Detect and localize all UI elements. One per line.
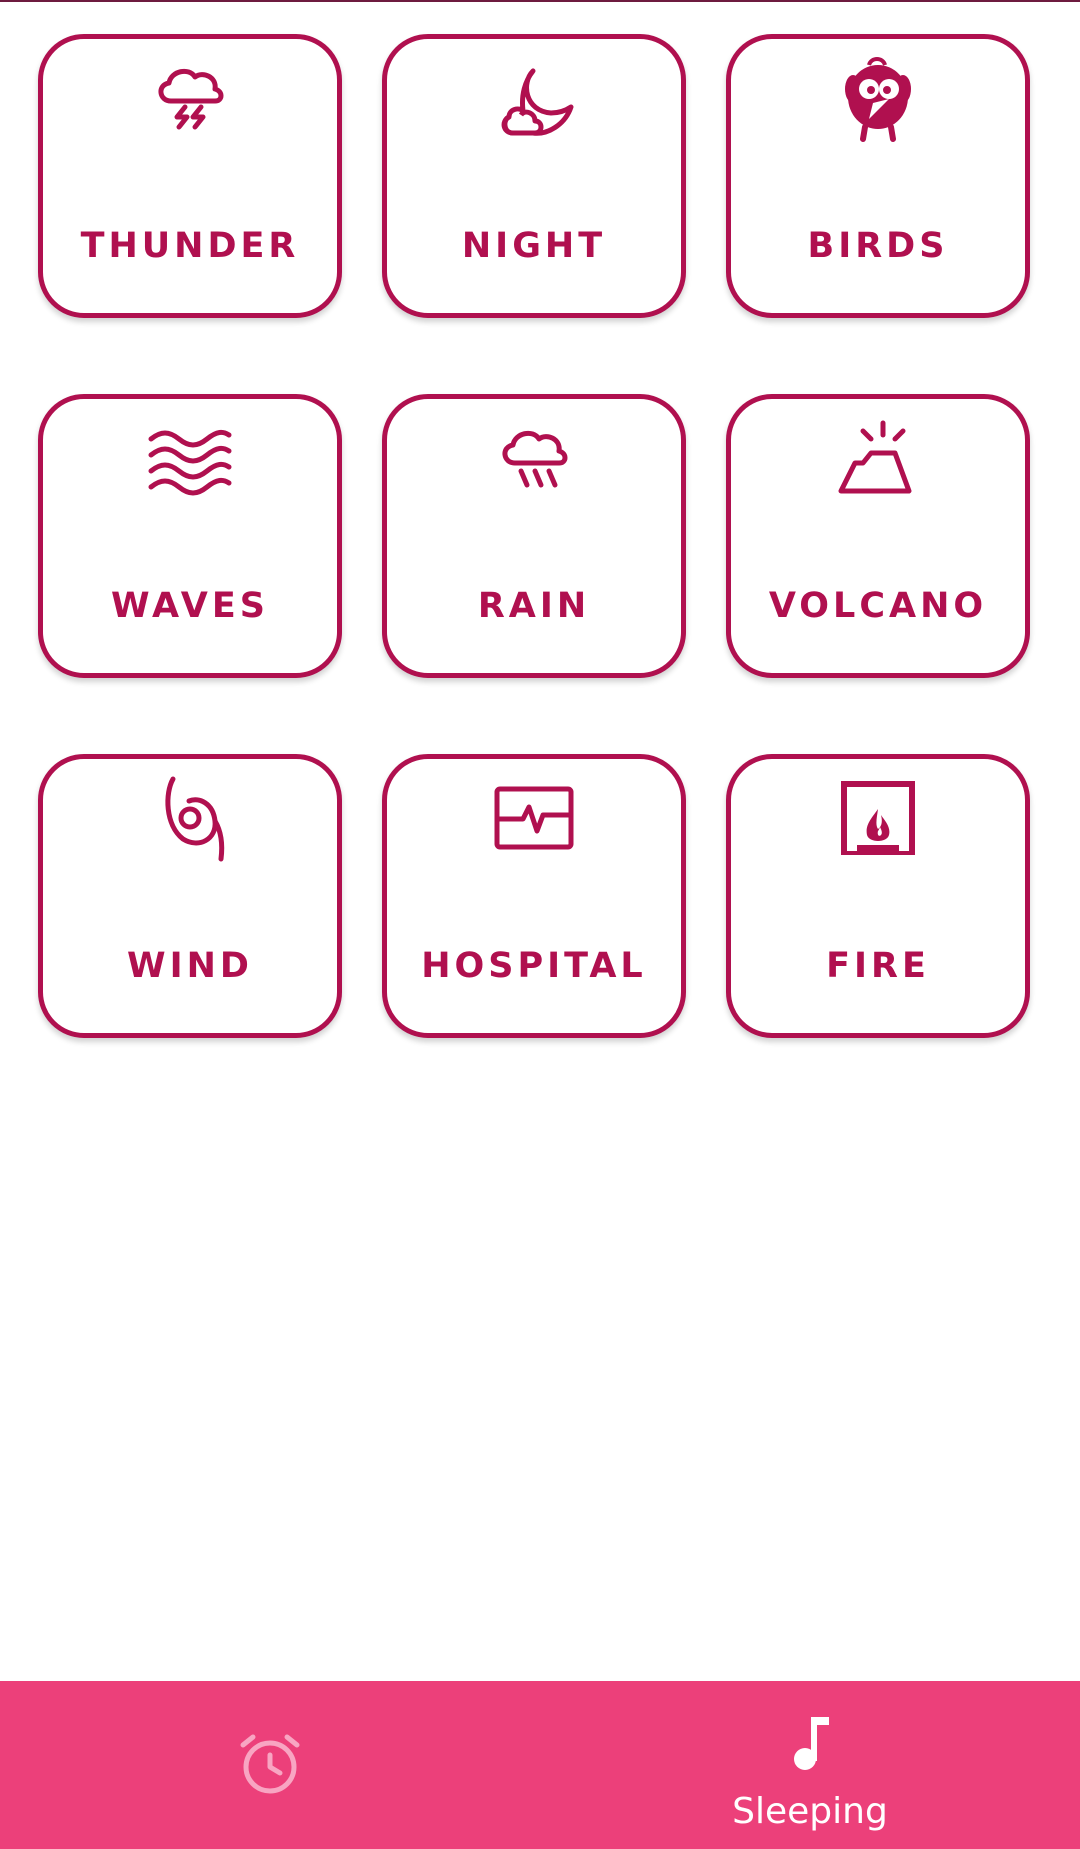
sound-tile-thunder[interactable]: THUNDER [38,34,342,318]
moon-cloud-icon [489,53,579,143]
volcano-icon [833,413,923,503]
sound-tile-night[interactable]: NIGHT [382,34,686,318]
thunderstorm-icon [145,53,235,143]
sound-label: VOLCANO [768,586,988,626]
sound-label: BIRDS [807,226,949,266]
nav-item-sleeping[interactable]: Sleeping [540,1681,1080,1849]
sound-tile-fire[interactable]: FIRE [726,754,1030,1038]
sleep-sounds-screen: THUNDER NIGHT BIRDS WAVES RAIN VOLCANO W… [0,0,1080,1849]
waves-icon [145,413,235,503]
sound-tile-birds[interactable]: BIRDS [726,34,1030,318]
sound-tile-wind[interactable]: WIND [38,754,342,1038]
alarm-clock-icon [235,1729,305,1799]
heart-monitor-icon [489,773,579,863]
sound-label: NIGHT [461,226,607,266]
sound-tile-rain[interactable]: RAIN [382,394,686,678]
bottom-navigation: Sleeping [0,1681,1080,1849]
nav-label-sleeping: Sleeping [732,1791,888,1832]
sound-label: RAIN [477,586,591,626]
bird-icon [833,53,923,143]
sound-tile-volcano[interactable]: VOLCANO [726,394,1030,678]
sound-label: HOSPITAL [421,946,647,986]
sound-label: WIND [127,946,253,986]
cyclone-icon [145,773,235,863]
nav-item-alarm[interactable] [0,1681,540,1849]
sound-tile-waves[interactable]: WAVES [38,394,342,678]
fireplace-icon [833,773,923,863]
top-divider [0,0,1080,2]
sound-label: THUNDER [80,226,300,266]
sound-label: FIRE [826,946,930,986]
sound-label: WAVES [111,586,269,626]
music-note-icon [775,1709,845,1779]
sound-tile-hospital[interactable]: HOSPITAL [382,754,686,1038]
rain-icon [489,413,579,503]
